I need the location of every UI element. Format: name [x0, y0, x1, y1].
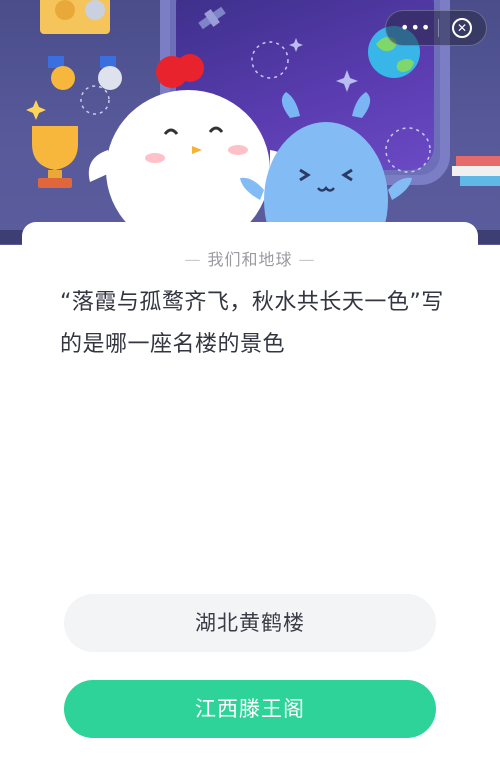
medal-silver-icon	[98, 56, 122, 90]
more-icon[interactable]: •••	[400, 18, 431, 37]
topic-label: 我们和地球	[207, 250, 293, 269]
question-text: “落霞与孤鹜齐飞，秋水共长天一色”写的是哪一座名楼的景色	[60, 290, 444, 357]
trophy-icon	[32, 126, 78, 188]
medal-gold-icon	[48, 56, 75, 90]
quiz-topic: — 我们和地球 —	[0, 246, 500, 270]
satellite-icon	[198, 6, 226, 30]
topic-dash-left: —	[184, 250, 202, 269]
topic-dash-right: —	[298, 250, 316, 269]
capsule-divider	[438, 19, 439, 37]
answer-option-2[interactable]: 江西滕王阁	[64, 680, 436, 738]
close-icon[interactable]: ✕	[452, 18, 472, 38]
mini-program-capsule: ••• ✕	[385, 10, 487, 46]
books-icon	[452, 156, 500, 186]
answer-option-1[interactable]: 湖北黄鹤楼	[64, 594, 436, 652]
